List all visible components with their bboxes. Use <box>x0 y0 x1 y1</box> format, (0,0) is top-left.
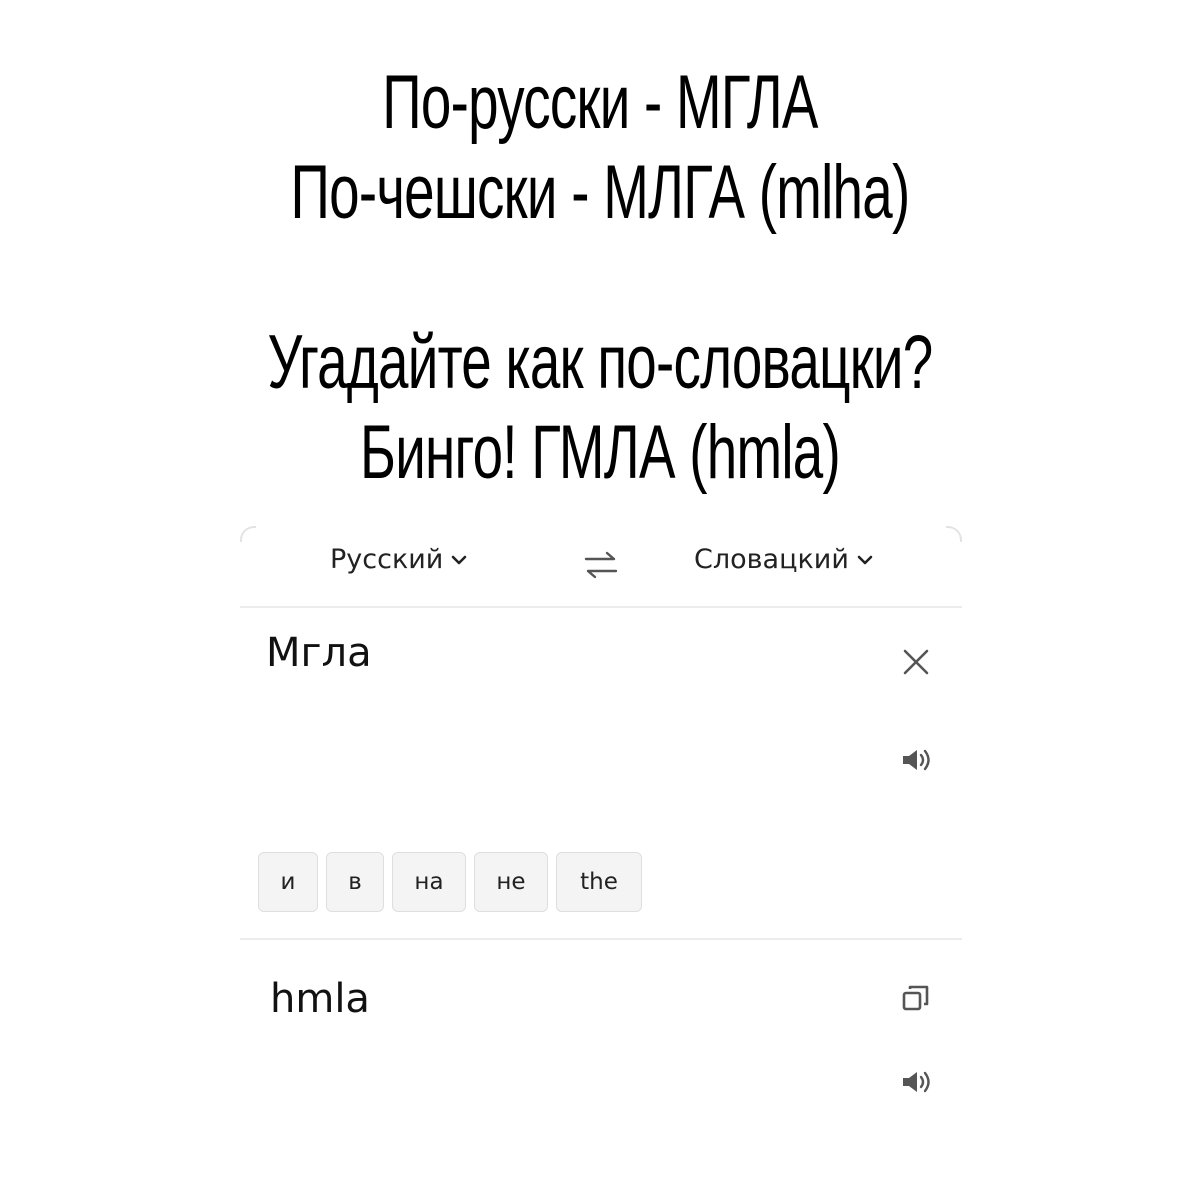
suggestion-chip[interactable]: на <box>392 852 466 912</box>
clear-button[interactable] <box>900 646 932 678</box>
suggestion-chip[interactable]: и <box>258 852 318 912</box>
translation-result-area: hmla <box>240 940 962 1200</box>
speaker-icon <box>903 749 930 771</box>
language-bar: Русский Словацкий <box>240 530 962 608</box>
copy-icon <box>902 985 929 1011</box>
target-language-label: Словацкий <box>694 544 849 575</box>
translation-text: hmla <box>270 976 370 1022</box>
swap-languages-button[interactable] <box>583 550 619 580</box>
suggestion-chip[interactable]: в <box>326 852 384 912</box>
caption-line-2: По-чешски - МЛГА (mlha) <box>290 150 911 235</box>
speak-translation-button[interactable] <box>900 1068 936 1096</box>
caption-line-4: Бинго! ГМЛА (hmla) <box>360 410 841 495</box>
suggestion-chips: и в на не the <box>258 852 642 912</box>
speaker-icon <box>903 1071 930 1093</box>
source-language-label: Русский <box>330 544 444 575</box>
source-text-area[interactable]: Мгла и в на не the <box>240 608 962 940</box>
speak-source-button[interactable] <box>900 746 936 774</box>
swap-arrows-icon <box>584 551 618 579</box>
chevron-down-icon <box>857 554 873 566</box>
close-icon <box>903 649 929 675</box>
caption-line-1: По-русски - МГЛА <box>382 60 818 145</box>
chevron-down-icon <box>451 554 467 566</box>
copy-button[interactable] <box>900 982 932 1014</box>
source-text[interactable]: Мгла <box>266 630 372 676</box>
target-language-select[interactable]: Словацкий <box>694 544 873 575</box>
source-language-select[interactable]: Русский <box>330 544 467 575</box>
suggestion-chip[interactable]: the <box>556 852 642 912</box>
caption-line-3: Угадайте как по-словацки? <box>267 320 933 405</box>
suggestion-chip[interactable]: не <box>474 852 548 912</box>
